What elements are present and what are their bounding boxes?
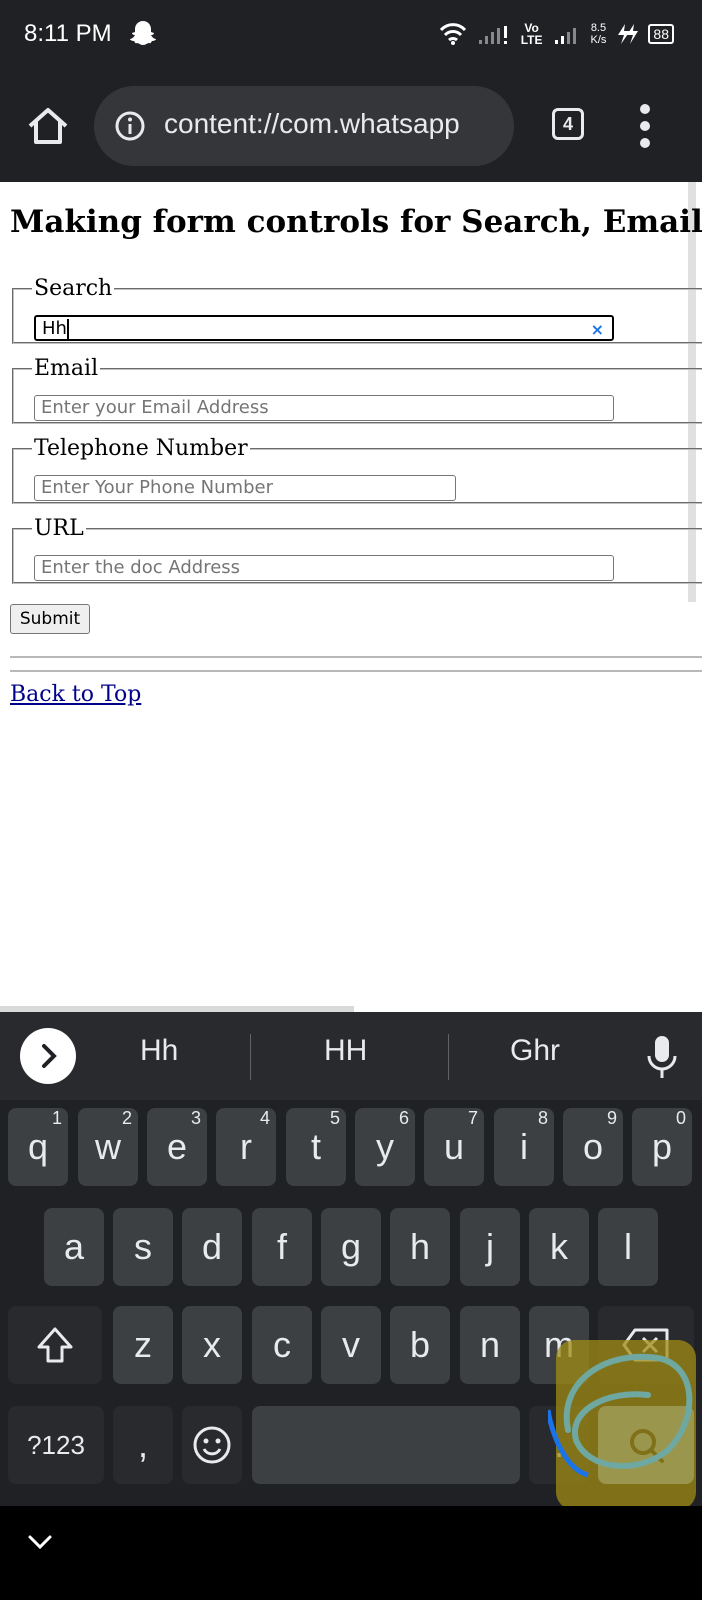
network-speed: 8.5 K/s [590, 22, 607, 46]
search-input-value: Hh [42, 318, 67, 339]
suggestion-1[interactable]: Hh [140, 1034, 178, 1068]
address-bar[interactable]: content://com.whatsapp [94, 86, 514, 166]
suggestion-strip: Hh HH Ghr [0, 1012, 702, 1100]
space-key[interactable] [252, 1406, 520, 1484]
shift-key[interactable] [8, 1306, 102, 1384]
email-legend: Email [34, 356, 99, 381]
tab-switcher-button[interactable]: 4 [552, 108, 584, 140]
home-icon[interactable] [24, 102, 72, 150]
status-time: 8:11 PM [24, 20, 112, 47]
battery-icon: 88 [648, 24, 674, 44]
shift-icon [37, 1327, 73, 1363]
email-field[interactable]: Enter your Email Address [34, 395, 614, 421]
email-fieldset: Email Enter your Email Address [12, 356, 702, 424]
divider [10, 656, 702, 658]
volte-indicator: Vo LTE [520, 21, 543, 47]
symbols-key[interactable]: ?123 [8, 1406, 104, 1484]
status-indicators: Vo LTE 8.5 K/s 88 [439, 18, 674, 50]
key-q[interactable]: q1 [8, 1108, 68, 1186]
microphone-icon[interactable] [644, 1034, 680, 1080]
comma-key[interactable]: , [113, 1406, 173, 1484]
info-icon[interactable] [114, 110, 146, 142]
more-menu-icon[interactable] [632, 102, 660, 150]
key-y[interactable]: y6 [355, 1108, 415, 1186]
search-input[interactable]: Hh × [34, 315, 614, 341]
key-i[interactable]: i8 [494, 1108, 554, 1186]
charging-bolt-icon [618, 24, 639, 44]
url-fieldset: URL Enter the doc Address [12, 516, 702, 584]
url-legend: URL [34, 516, 84, 541]
key-k[interactable]: k [529, 1208, 589, 1286]
key-z[interactable]: z [113, 1306, 173, 1384]
key-p[interactable]: p0 [632, 1108, 692, 1186]
key-l[interactable]: l [598, 1208, 658, 1286]
key-h[interactable]: h [390, 1208, 450, 1286]
key-x[interactable]: x [182, 1306, 242, 1384]
key-c[interactable]: c [252, 1306, 312, 1384]
circle-scribble [548, 1353, 693, 1478]
url-field[interactable]: Enter the doc Address [34, 555, 614, 581]
url-text[interactable]: content://com.whatsapp [164, 108, 506, 140]
submit-button[interactable]: Submit [10, 604, 90, 634]
key-j[interactable]: j [460, 1208, 520, 1286]
page-title: Making form controls for Search, Email, … [10, 204, 702, 240]
key-v[interactable]: v [321, 1306, 381, 1384]
key-t[interactable]: t5 [286, 1108, 346, 1186]
key-f[interactable]: f [252, 1208, 312, 1286]
web-page: Making form controls for Search, Email, … [0, 182, 702, 1012]
status-bar: 8:11 PM Vo LTE 8.5 K/s 88 [0, 0, 702, 72]
signal-icon [478, 26, 507, 44]
emoji-key[interactable] [182, 1406, 242, 1484]
suggestion-2[interactable]: HH [324, 1034, 367, 1068]
emoji-icon [193, 1426, 231, 1464]
key-u[interactable]: u7 [424, 1108, 484, 1186]
chevron-down-icon[interactable] [26, 1528, 54, 1556]
clear-icon[interactable]: × [591, 320, 604, 340]
browser-toolbar: content://com.whatsapp 4 [0, 72, 702, 182]
telephone-legend: Telephone Number [34, 436, 248, 461]
text-caret [66, 319, 69, 339]
key-g[interactable]: g [321, 1208, 381, 1286]
signal-icon-2 [554, 28, 576, 44]
suggestion-divider [250, 1034, 251, 1080]
search-legend: Search [34, 276, 113, 301]
chevron-right-icon [42, 1044, 57, 1068]
back-to-top-link[interactable]: Back to Top [10, 682, 141, 707]
wifi-icon [439, 23, 466, 45]
key-a[interactable]: a [44, 1208, 104, 1286]
navigation-bar [0, 1506, 702, 1600]
key-e[interactable]: e3 [147, 1108, 207, 1186]
divider [10, 670, 702, 672]
search-fieldset: Search Hh × [12, 276, 702, 344]
key-n[interactable]: n [460, 1306, 520, 1384]
key-d[interactable]: d [182, 1208, 242, 1286]
key-b[interactable]: b [390, 1306, 450, 1384]
key-s[interactable]: s [113, 1208, 173, 1286]
suggestion-divider [448, 1034, 449, 1080]
telephone-fieldset: Telephone Number Enter Your Phone Number [12, 436, 702, 504]
key-w[interactable]: w2 [78, 1108, 138, 1186]
key-r[interactable]: r4 [216, 1108, 276, 1186]
key-o[interactable]: o9 [563, 1108, 623, 1186]
suggestion-3[interactable]: Ghr [510, 1034, 560, 1068]
telephone-field[interactable]: Enter Your Phone Number [34, 475, 456, 501]
snapchat-ghost-icon [130, 21, 156, 45]
expand-toolbar-button[interactable] [20, 1028, 76, 1084]
